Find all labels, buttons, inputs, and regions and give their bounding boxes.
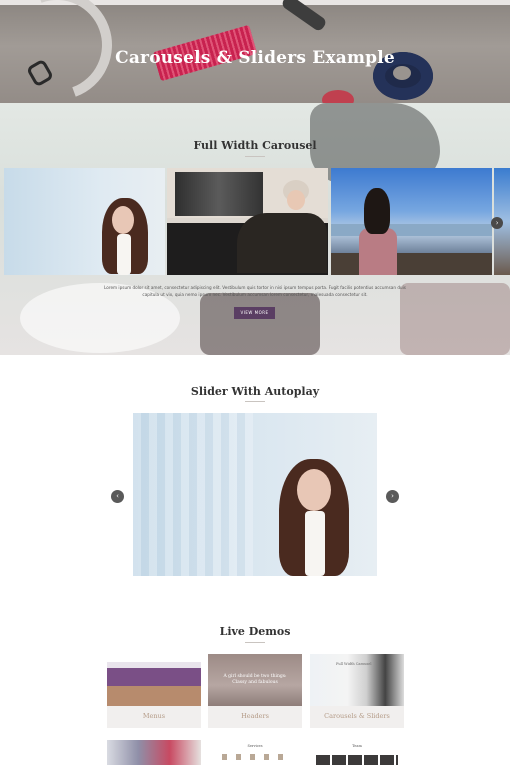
demo-card-carousels[interactable]: Full Width Carousel Carousels & Sliders — [310, 654, 404, 728]
curtain — [133, 413, 253, 576]
demo-card-headers[interactable]: A girl should be two things: Classy and … — [208, 654, 302, 728]
demo-thumb-label: Services — [247, 744, 263, 748]
title-divider — [245, 156, 265, 157]
demo-label: Carousels & Sliders — [324, 712, 390, 720]
section-title-autoplay: Slider With Autoplay — [190, 385, 320, 398]
team-photos — [316, 755, 398, 765]
sea — [331, 224, 492, 236]
face — [112, 206, 134, 234]
background-shape — [400, 283, 510, 355]
title-divider — [245, 401, 265, 402]
carousel-slide-3[interactable] — [331, 168, 492, 275]
carousel-slide-2[interactable] — [167, 168, 328, 275]
full-width-carousel-section: Full Width Carousel › Lorem ipsum dolor … — [0, 103, 510, 355]
section-title-live-demos: Live Demos — [219, 625, 291, 638]
carousel-slide-1[interactable] — [4, 168, 165, 275]
shirt — [305, 511, 325, 576]
demo-thumbnail: Full Width Carousel — [310, 654, 404, 706]
demo-label: Headers — [241, 712, 269, 720]
background-shape — [200, 293, 320, 355]
shirt — [117, 234, 131, 275]
hero-banner: Carousels & Sliders Example — [0, 0, 510, 103]
wall-photo — [175, 172, 263, 216]
carousel-description: Lorem ipsum dolor sit amet, consectetur … — [104, 285, 406, 297]
view-more-button[interactable]: VIEW MORE — [234, 307, 275, 319]
thumbnail-caption: A girl should be two things: Classy and … — [223, 674, 287, 685]
thumbnail-caption: Full Width Carousel — [336, 662, 372, 666]
demo-label: Menus — [142, 712, 166, 720]
demo-card-team[interactable]: Team — [310, 740, 404, 765]
demo-card-menus[interactable]: Menus — [107, 654, 201, 728]
title-divider — [245, 642, 265, 643]
woman-body — [237, 213, 327, 273]
demo-card-services[interactable]: Services — [208, 740, 302, 765]
demo-thumbnail — [107, 654, 201, 706]
slider-prev-arrow-icon[interactable]: ‹ — [111, 490, 124, 503]
demo-card-row2-1[interactable] — [107, 740, 201, 765]
section-title-full-width: Full Width Carousel — [193, 139, 317, 152]
slider-next-arrow-icon[interactable]: › — [386, 490, 399, 503]
hair — [364, 188, 390, 234]
face — [287, 190, 305, 210]
dress — [359, 228, 397, 275]
red-accessory-image — [322, 90, 354, 103]
service-icons — [222, 754, 288, 760]
deck — [331, 253, 492, 275]
face — [297, 469, 331, 511]
page-title: Carousels & Sliders Example — [115, 48, 395, 68]
autoplay-slide[interactable] — [133, 413, 377, 576]
demo-thumbnail: A girl should be two things: Classy and … — [208, 654, 302, 706]
demo-thumb-label: Team — [352, 744, 362, 748]
carousel-next-arrow-icon[interactable]: › — [491, 217, 503, 229]
